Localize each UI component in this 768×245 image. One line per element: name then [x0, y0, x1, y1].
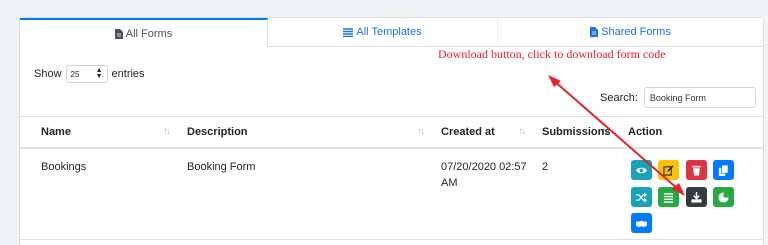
tab-all-templates[interactable]: All Templates	[268, 18, 498, 47]
edit-button[interactable]	[658, 160, 679, 180]
view-button[interactable]	[631, 160, 652, 180]
share-button[interactable]	[631, 213, 652, 233]
tab-all-forms[interactable]: All Forms	[20, 18, 268, 47]
list-icon	[663, 192, 674, 203]
entries-value: 25	[70, 69, 80, 79]
header-name[interactable]: Name	[41, 126, 71, 138]
tab-shared-forms[interactable]: Shared Forms	[498, 18, 763, 47]
list-icon	[343, 27, 354, 37]
delete-button[interactable]	[686, 160, 707, 180]
cell-description: Booking Form	[187, 161, 256, 173]
download-button[interactable]	[686, 187, 707, 207]
show-label: Show	[34, 68, 62, 80]
list-button[interactable]	[658, 187, 679, 207]
search-label: Search:	[600, 91, 638, 104]
sort-desc-icon[interactable]: ↑↓	[601, 126, 609, 137]
pie-chart-icon	[718, 191, 729, 203]
entries-select[interactable]: 25 ▲ ▼	[65, 65, 108, 83]
cell-name: Bookings	[41, 161, 87, 173]
handshake-icon	[636, 220, 647, 227]
chevron-updown-icon: ▲ ▼	[95, 67, 103, 80]
trash-icon	[692, 165, 701, 176]
row-divider	[20, 239, 763, 240]
entries-label: entries	[111, 68, 145, 80]
entries-control: Show 25 ▲ ▼ entries	[34, 65, 145, 83]
shuffle-icon	[636, 192, 647, 202]
file-icon	[590, 27, 599, 37]
table-header: Name ↑↓ Description ↑↓ Created at ↑↓ Sub…	[20, 116, 763, 149]
shuffle-button[interactable]	[631, 187, 652, 207]
download-icon	[691, 191, 702, 203]
copy-icon	[718, 164, 729, 176]
edit-icon	[663, 164, 674, 176]
header-created[interactable]: Created at	[441, 126, 495, 138]
tab-label: All Templates	[356, 26, 422, 38]
tab-label: All Forms	[125, 27, 173, 40]
annotation-text: Download button, click to download form …	[438, 47, 666, 61]
sort-icon[interactable]: ↑↓	[518, 126, 526, 137]
cell-created: 07/20/2020 02:57 AM	[441, 161, 527, 189]
cell-submissions: 2	[542, 161, 549, 173]
tab-bar: All Forms All Templates Shared Forms	[20, 18, 763, 47]
file-icon	[114, 28, 123, 39]
search-control: Search:	[600, 87, 756, 108]
header-description[interactable]: Description	[187, 126, 248, 138]
tab-label: Shared Forms	[601, 26, 671, 38]
copy-button[interactable]	[713, 160, 734, 180]
stats-button[interactable]	[713, 187, 734, 207]
sort-icon[interactable]: ↑↓	[417, 126, 425, 137]
search-input[interactable]	[643, 87, 756, 108]
sort-icon[interactable]: ↑↓	[163, 126, 171, 137]
header-action: Action	[628, 126, 663, 138]
eye-icon	[636, 167, 647, 173]
